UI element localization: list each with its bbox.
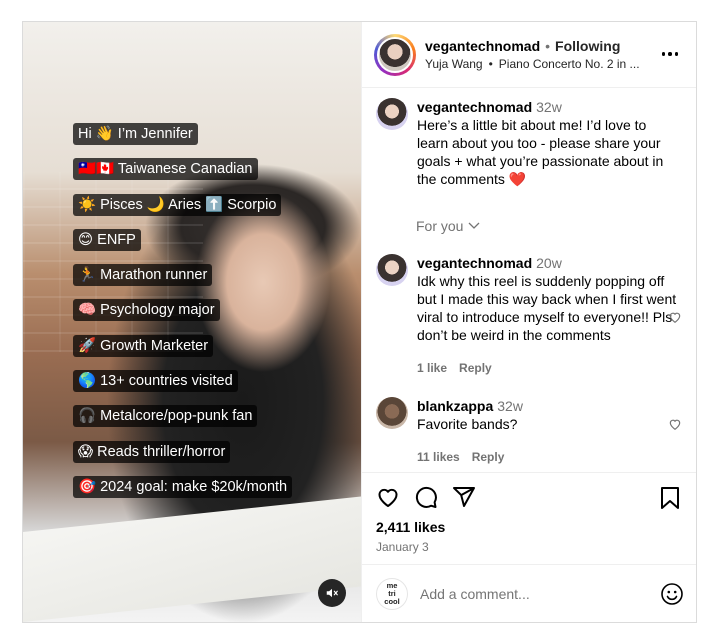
menu-paper <box>23 496 361 622</box>
comment-text: Favorite bands? <box>417 416 518 432</box>
comment-text: Idk why this reel is suddenly popping of… <box>417 273 677 343</box>
for-you-label: For you <box>416 218 464 234</box>
post-sidebar: vegantechnomad • Following Yuja Wang • Piano… <box>361 22 696 622</box>
caption-line: 🚀 Growth Marketer <box>73 334 214 357</box>
likes-count[interactable]: 2,411 likes <box>376 519 682 535</box>
separator-dot: • <box>545 38 551 54</box>
author-line: vegantechnomad • Following <box>425 38 640 54</box>
caption-line: 🎯 2024 goal: make $20k/month <box>73 475 293 498</box>
audio-line[interactable]: Yuja Wang • Piano Concerto No. 2 in ... <box>425 57 640 71</box>
comment-icon[interactable] <box>414 485 438 509</box>
post-dialog: Hi 👋 I’m Jennifer 🇹🇼🇨🇦 Taiwanese Canadia… <box>22 21 697 623</box>
post-date[interactable]: January 3 <box>376 540 682 554</box>
caption-line: 🌎 13+ countries visited <box>73 370 238 393</box>
emoji-icon[interactable] <box>660 582 684 606</box>
comment-time[interactable]: 32w <box>536 99 562 115</box>
caption-comment: vegantechnomad 32w Here’s a little bit ab… <box>376 98 684 188</box>
author-username[interactable]: vegantechnomad <box>425 38 540 54</box>
mute-button[interactable] <box>318 579 346 607</box>
avatar-text: cool <box>384 596 400 606</box>
reply-button[interactable]: Reply <box>472 450 505 464</box>
comment-username[interactable]: vegantechnomad <box>417 255 532 271</box>
avatar[interactable] <box>376 397 408 429</box>
avatar[interactable] <box>376 98 408 130</box>
like-comment-icon[interactable] <box>668 310 682 324</box>
comment-input[interactable] <box>420 585 620 602</box>
for-you-dropdown[interactable]: For you <box>416 218 684 234</box>
audio-title: Piano Concerto No. 2 in ... <box>498 57 640 71</box>
following-button[interactable]: Following <box>555 38 620 54</box>
more-options-icon[interactable] <box>661 52 678 56</box>
bookmark-icon[interactable] <box>660 487 680 509</box>
caption-line: 🏃 Marathon runner <box>73 264 213 287</box>
share-icon[interactable] <box>452 485 476 509</box>
comment-item: blankzappa 32w Favorite bands? 11 likes Re… <box>376 397 684 464</box>
reply-button[interactable]: Reply <box>459 361 492 375</box>
heart-icon[interactable] <box>376 485 400 509</box>
comments-list: vegantechnomad 32w Here’s a little bit ab… <box>362 88 696 472</box>
action-icons <box>376 485 682 509</box>
comment-likes[interactable]: 11 likes <box>417 450 460 464</box>
caption-line: 😱 Reads thriller/horror <box>73 440 231 463</box>
comment-time[interactable]: 20w <box>536 255 562 271</box>
avatar[interactable] <box>376 254 408 286</box>
comment-username[interactable]: blankzappa <box>417 398 493 414</box>
reel-video[interactable]: Hi 👋 I’m Jennifer 🇹🇼🇨🇦 Taiwanese Canadia… <box>23 22 361 622</box>
author-avatar[interactable] <box>374 33 416 76</box>
comment-username[interactable]: vegantechnomad <box>417 99 532 115</box>
comment-item: vegantechnomad 20w Idk why this reel is s… <box>376 254 684 375</box>
add-comment-bar: me tri cool <box>362 564 696 622</box>
comment-likes[interactable]: 1 like <box>417 361 447 375</box>
audio-artist: Yuja Wang <box>425 57 483 71</box>
caption-line: 🧠 Psychology major <box>73 299 220 322</box>
post-header: vegantechnomad • Following Yuja Wang • Piano… <box>362 22 696 88</box>
caption-line: 😊 ENFP <box>73 228 141 251</box>
like-comment-icon[interactable] <box>668 417 682 431</box>
post-actions: 2,411 likes January 3 <box>362 472 696 554</box>
caption-line: ☀️ Pisces 🌙 Aries ⬆️ Scorpio <box>73 193 282 216</box>
caption-line: Hi 👋 I’m Jennifer <box>73 123 198 145</box>
caption-line: 🎧 Metalcore/pop-punk fan <box>73 405 258 428</box>
caption-overlay: Hi 👋 I’m Jennifer 🇹🇼🇨🇦 Taiwanese Canadia… <box>73 123 293 511</box>
user-avatar[interactable]: me tri cool <box>376 577 408 610</box>
comment-text: Here’s a little bit about me! I’d love t… <box>417 117 664 187</box>
caption-line: 🇹🇼🇨🇦 Taiwanese Canadian <box>73 158 258 181</box>
avatar-photo <box>377 36 413 73</box>
comment-time[interactable]: 32w <box>497 398 523 414</box>
author-info: vegantechnomad • Following Yuja Wang • Piano… <box>425 38 640 71</box>
speaker-muted-icon <box>326 588 338 598</box>
separator-dot: • <box>488 57 493 71</box>
chevron-down-icon <box>469 222 480 229</box>
